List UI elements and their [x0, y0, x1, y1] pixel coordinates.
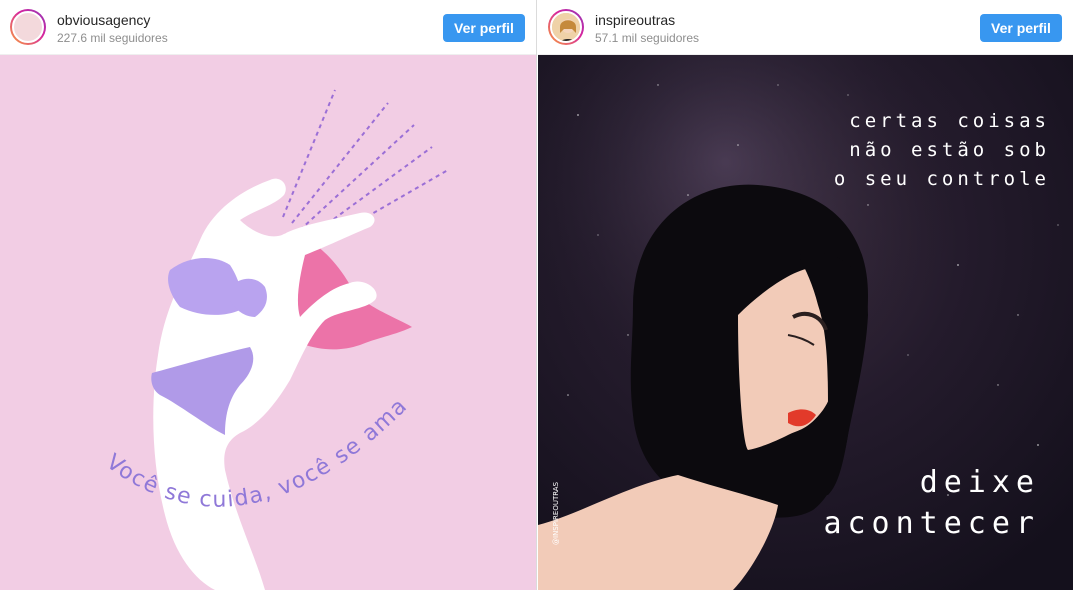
headline-line: deixe	[920, 465, 1040, 500]
follower-count: 57.1 mil seguidores	[595, 31, 700, 45]
profile-username[interactable]: inspireoutras	[595, 12, 675, 28]
view-profile-button[interactable]: Ver perfil	[980, 14, 1062, 42]
quote-line: não estão sob	[849, 139, 1050, 161]
post-header: inspireoutras 57.1 mil seguidores Ver pe…	[538, 0, 1073, 55]
view-profile-button[interactable]: Ver perfil	[443, 14, 525, 42]
post-card: inspireoutras 57.1 mil seguidores Ver pe…	[538, 0, 1073, 590]
profile-avatar[interactable]	[548, 9, 584, 45]
headline-line: acontecer	[823, 506, 1040, 541]
post-image[interactable]: certas coisas não estão sob o seu contro…	[538, 55, 1073, 590]
profile-username[interactable]: obviousagency	[57, 12, 150, 28]
quote-line: o seu controle	[834, 168, 1050, 190]
profile-avatar[interactable]	[10, 9, 46, 45]
watermark: @INSPIREOUTRAS	[552, 481, 560, 545]
post-card: obviousagency 227.6 mil seguidores Ver p…	[0, 0, 537, 590]
follower-count: 227.6 mil seguidores	[57, 31, 168, 45]
post-image[interactable]: Você se cuida, você se ama	[0, 55, 537, 590]
quote-line: certas coisas	[849, 110, 1050, 132]
avatar-illustration	[552, 13, 580, 41]
post-header: obviousagency 227.6 mil seguidores Ver p…	[0, 0, 536, 55]
